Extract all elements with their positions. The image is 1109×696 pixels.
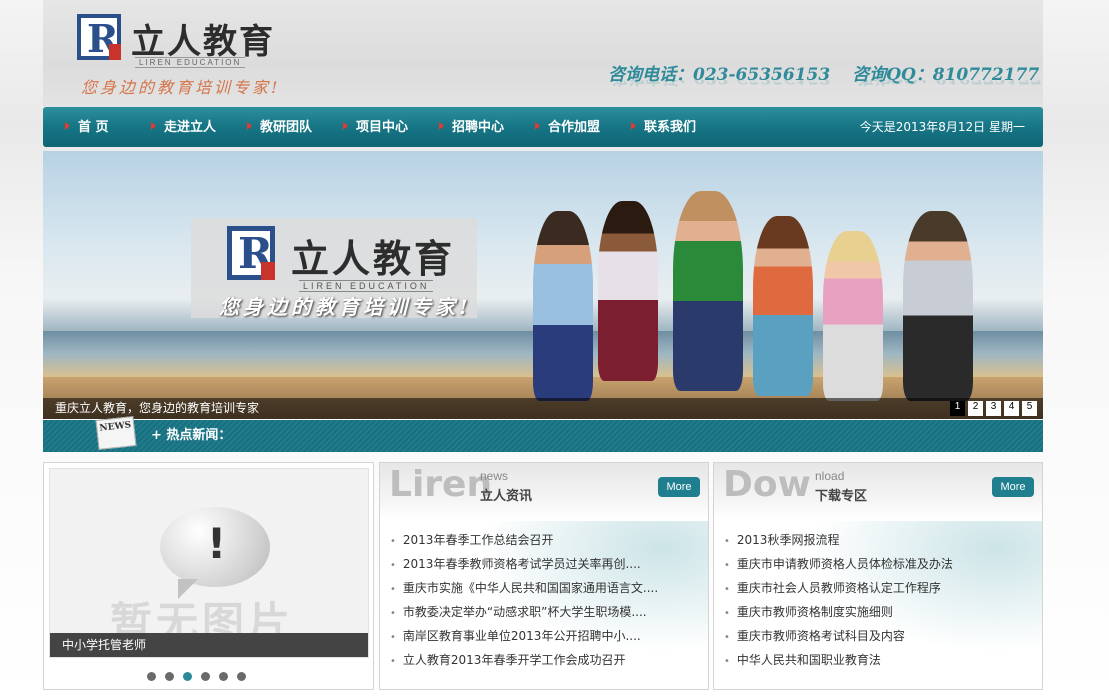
photo-dot[interactable]	[147, 672, 156, 681]
nav-item-partner[interactable]: 合作加盟	[535, 107, 600, 147]
news-item[interactable]: 立人教育2013年春季开学工作会成功召开	[390, 648, 658, 672]
download-box-small-en: nload	[815, 469, 845, 483]
banner-page-3[interactable]: 3	[986, 401, 1001, 416]
news-box-header: Liren news 立人资讯 More	[380, 463, 708, 521]
news-box-big-text: Liren	[389, 464, 493, 505]
photo-dot[interactable]	[165, 672, 174, 681]
site-logo[interactable]: R 立人教育 LIREN EDUCATION	[77, 12, 287, 72]
news-item[interactable]: 2013年春季教师资格考试学员过关率再创....	[390, 552, 658, 576]
photo-dot[interactable]	[201, 672, 210, 681]
photo-dots	[147, 672, 246, 681]
banner-page-1[interactable]: 1	[950, 401, 965, 416]
download-item[interactable]: 重庆市社会人员教师资格认定工作程序	[724, 576, 953, 600]
logo-name: 立人教育	[131, 22, 275, 62]
no-image-bubble-icon: !	[160, 507, 270, 599]
contact-reflection: 咨询电话：023-65356153 咨询QQ：810772177	[608, 80, 1041, 92]
nav-item-about[interactable]: 走进立人	[151, 107, 216, 147]
photo-dot[interactable]	[219, 672, 228, 681]
photo-dot[interactable]	[237, 672, 246, 681]
nav-item-projects[interactable]: 项目中心	[343, 107, 408, 147]
photo-caption: 中小学托管老师	[50, 633, 368, 657]
header-slogan: 您身边的教育培训专家!	[81, 78, 281, 97]
download-item[interactable]: 重庆市教师资格考试科目及内容	[724, 624, 953, 648]
arrow-icon	[535, 122, 540, 130]
banner-people-photo	[513, 171, 1013, 411]
download-item[interactable]: 中华人民共和国职业教育法	[724, 648, 953, 672]
banner-logo-mark-icon: R	[227, 226, 275, 280]
nav-date: 今天是2013年8月12日 星期一	[859, 120, 1025, 134]
page: R 立人教育 LIREN EDUCATION 您身边的教育培训专家! 咨询电话：…	[43, 0, 1043, 696]
news-more-button[interactable]: More	[658, 477, 700, 497]
nav-item-home[interactable]: 首 页	[65, 107, 109, 147]
news-item[interactable]: 2013年春季工作总结会召开	[390, 528, 658, 552]
download-list: 2013秋季网报流程 重庆市申请教师资格人员体检标准及办法 重庆市社会人员教师资…	[724, 528, 953, 672]
logo-en: LIREN EDUCATION	[135, 57, 246, 68]
banner-slogan: 您身边的教育培训专家!	[219, 295, 472, 319]
banner-page-5[interactable]: 5	[1022, 401, 1037, 416]
banner-logo-name: 立人教育	[291, 237, 456, 281]
download-box-header: Dow nload 下载专区 More	[714, 463, 1042, 521]
download-box-big-text: Dow	[723, 464, 811, 505]
arrow-icon	[247, 122, 252, 130]
photo-dot-active[interactable]	[183, 672, 192, 681]
banner-page-4[interactable]: 4	[1004, 401, 1019, 416]
download-box-title: 下载专区	[815, 489, 868, 504]
photo-box: ! 暂无图片 中小学托管老师	[43, 462, 374, 690]
banner-pager: 1 2 3 4 5	[950, 401, 1037, 416]
download-item[interactable]: 重庆市教师资格制度实施细则	[724, 600, 953, 624]
arrow-icon	[343, 122, 348, 130]
news-item[interactable]: 市教委决定举办“动感求职”杯大学生职场模....	[390, 600, 658, 624]
arrow-icon	[631, 122, 636, 130]
news-box-title: 立人资讯	[480, 489, 533, 504]
main-nav: 首 页 走进立人 教研团队 项目中心 招聘中心 合作加盟 联系我们 今天是201…	[43, 107, 1043, 147]
download-item[interactable]: 2013秋季网报流程	[724, 528, 953, 552]
news-box: Liren news 立人资讯 More 2013年春季工作总结会召开 2013…	[379, 462, 709, 690]
news-list: 2013年春季工作总结会召开 2013年春季教师资格考试学员过关率再创.... …	[390, 528, 658, 672]
nav-item-jobs[interactable]: 招聘中心	[439, 107, 504, 147]
site-header: R 立人教育 LIREN EDUCATION 您身边的教育培训专家! 咨询电话：…	[43, 0, 1043, 107]
hero-banner[interactable]: R 立人教育 LIREN EDUCATION 您身边的教育培训专家! 重庆立人教…	[43, 151, 1043, 419]
banner-page-2[interactable]: 2	[968, 401, 983, 416]
nav-item-team[interactable]: 教研团队	[247, 107, 312, 147]
download-item[interactable]: 重庆市申请教师资格人员体检标准及办法	[724, 552, 953, 576]
arrow-icon	[151, 122, 156, 130]
banner-caption: 重庆立人教育，您身边的教育培训专家	[43, 398, 1043, 419]
arrow-icon	[439, 122, 444, 130]
hot-news-label: + 热点新闻：	[151, 428, 232, 443]
arrow-icon	[65, 122, 70, 130]
news-item[interactable]: 重庆市实施《中华人民共和国国家通用语言文....	[390, 576, 658, 600]
newspaper-icon: NEWS	[95, 416, 137, 450]
download-more-button[interactable]: More	[992, 477, 1034, 497]
nav-item-contact[interactable]: 联系我们	[631, 107, 696, 147]
download-box: Dow nload 下载专区 More 2013秋季网报流程 重庆市申请教师资格…	[713, 462, 1043, 690]
news-box-small-en: news	[480, 469, 509, 483]
logo-mark-icon: R	[77, 14, 121, 61]
photo-slide[interactable]: ! 暂无图片 中小学托管老师	[49, 468, 369, 658]
hot-news-bar: NEWS + 热点新闻：	[43, 416, 1043, 452]
news-item[interactable]: 南岸区教育事业单位2013年公开招聘中小....	[390, 624, 658, 648]
